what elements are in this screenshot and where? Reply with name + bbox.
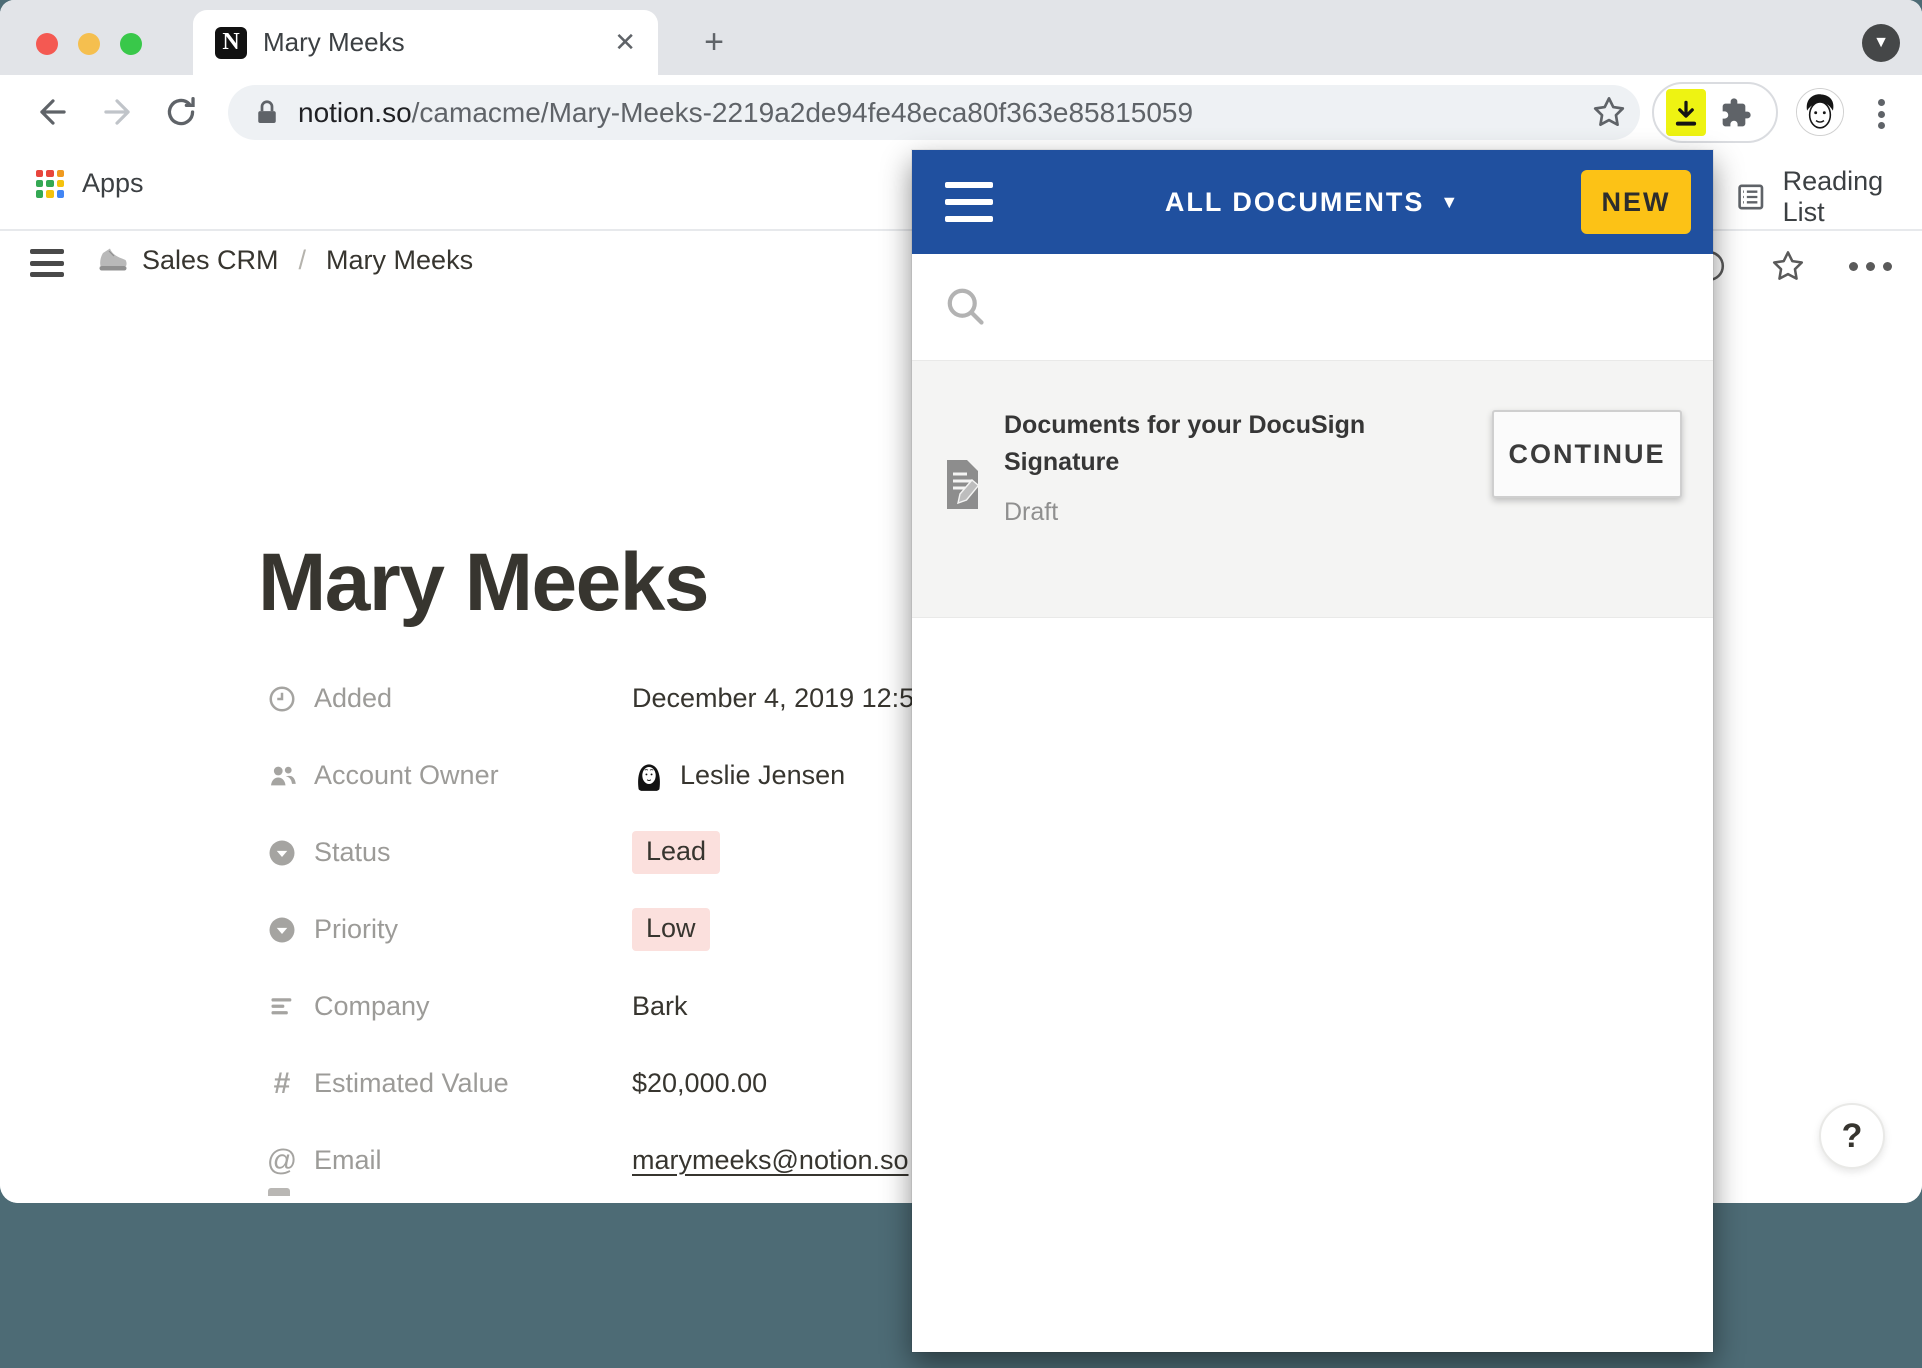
- breadcrumb-separator: /: [299, 245, 307, 276]
- extensions-area: [1652, 82, 1778, 143]
- url-domain: notion.so: [298, 97, 412, 128]
- select-icon: [266, 837, 298, 869]
- property-value[interactable]: $20,000.00: [632, 1068, 767, 1099]
- tab-search-icon[interactable]: ▼: [1862, 24, 1900, 62]
- back-button[interactable]: [34, 93, 72, 131]
- browser-toolbar: notion.so/camacme/Mary-Meeks-2219a2de94f…: [0, 75, 1922, 150]
- sneaker-icon: [96, 244, 128, 276]
- person-icon: [266, 760, 298, 792]
- at-icon: @: [266, 1145, 298, 1177]
- document-list-item[interactable]: Documents for your DocuSign Signature Dr…: [912, 360, 1713, 618]
- priority-tag: Low: [632, 908, 710, 951]
- popup-header: ALL DOCUMENTS ▼ NEW: [912, 150, 1713, 254]
- property-label: Email: [314, 1145, 584, 1176]
- chevron-down-icon: ▼: [1440, 192, 1460, 213]
- lock-icon: [252, 98, 282, 128]
- filter-label: ALL DOCUMENTS: [1165, 187, 1425, 218]
- page-title[interactable]: Mary Meeks: [258, 536, 708, 630]
- clock-icon: [266, 683, 298, 715]
- apps-grid-icon: [36, 170, 64, 198]
- browser-menu-icon[interactable]: [1876, 95, 1886, 133]
- browser-tab[interactable]: N Mary Meeks ✕: [193, 10, 658, 75]
- reading-list-label: Reading List: [1783, 166, 1922, 228]
- property-value[interactable]: Lead: [632, 831, 720, 874]
- document-draft-icon: [945, 459, 981, 511]
- property-label: Added: [314, 683, 584, 714]
- page-options-icon[interactable]: [1849, 262, 1892, 271]
- new-tab-button[interactable]: +: [694, 22, 734, 62]
- property-label: Priority: [314, 914, 584, 945]
- cutoff-property-icon: [268, 1188, 290, 1196]
- favorite-star-icon[interactable]: [1769, 247, 1807, 285]
- document-title: Documents for your DocuSign Signature: [1004, 407, 1474, 481]
- breadcrumb-page[interactable]: Mary Meeks: [326, 245, 473, 276]
- help-label: ?: [1842, 1117, 1863, 1156]
- property-label: Status: [314, 837, 584, 868]
- bookmark-apps[interactable]: Apps: [36, 168, 144, 199]
- tab-title: Mary Meeks: [263, 27, 604, 58]
- bookmark-star-icon[interactable]: [1590, 93, 1628, 131]
- minimize-window-button[interactable]: [78, 33, 100, 55]
- new-button-label: NEW: [1602, 187, 1671, 218]
- breadcrumb-workspace[interactable]: Sales CRM: [142, 245, 279, 276]
- select-icon: [266, 914, 298, 946]
- forward-button[interactable]: [98, 93, 136, 131]
- email-link[interactable]: marymeeks@notion.so: [632, 1145, 909, 1176]
- close-window-button[interactable]: [36, 33, 58, 55]
- continue-button[interactable]: CONTINUE: [1492, 410, 1682, 498]
- leslie-avatar: [632, 759, 666, 793]
- document-status: Draft: [1004, 498, 1474, 527]
- notion-favicon: N: [215, 27, 247, 59]
- url-path: /camacme/Mary-Meeks-2219a2de94fe48eca80f…: [412, 97, 1193, 128]
- person-name: Leslie Jensen: [680, 760, 845, 791]
- search-icon[interactable]: [943, 284, 987, 328]
- docusign-extension-icon[interactable]: [1666, 89, 1706, 136]
- reading-list-icon: [1735, 180, 1767, 214]
- profile-avatar[interactable]: [1796, 88, 1844, 136]
- zoom-window-button[interactable]: [120, 33, 142, 55]
- breadcrumb: Sales CRM / Mary Meeks: [96, 244, 473, 276]
- docusign-popup: ALL DOCUMENTS ▼ NEW Documents for your D…: [912, 150, 1713, 1352]
- status-tag: Lead: [632, 831, 720, 874]
- reload-button[interactable]: [162, 93, 200, 131]
- number-icon: #: [266, 1068, 298, 1100]
- document-info: Documents for your DocuSign Signature Dr…: [1004, 407, 1474, 527]
- property-label: Company: [314, 991, 584, 1022]
- help-button[interactable]: ?: [1819, 1103, 1885, 1169]
- text-icon: [266, 991, 298, 1023]
- sidebar-menu-icon[interactable]: [30, 249, 64, 277]
- property-label: Estimated Value: [314, 1068, 584, 1099]
- property-value[interactable]: Low: [632, 908, 710, 951]
- url-bar[interactable]: notion.so/camacme/Mary-Meeks-2219a2de94f…: [228, 85, 1640, 140]
- new-document-button[interactable]: NEW: [1581, 170, 1691, 234]
- apps-label: Apps: [82, 168, 144, 199]
- tab-close-icon[interactable]: ✕: [614, 27, 636, 58]
- continue-label: CONTINUE: [1509, 439, 1666, 470]
- extensions-puzzle-icon[interactable]: [1720, 97, 1752, 129]
- property-value[interactable]: December 4, 2019 12:52: [632, 683, 929, 714]
- titlebar: N Mary Meeks ✕ + ▼: [0, 0, 1922, 75]
- property-value[interactable]: Leslie Jensen: [632, 759, 845, 793]
- reading-list-button[interactable]: Reading List: [1735, 166, 1922, 228]
- property-label: Account Owner: [314, 760, 584, 791]
- property-value[interactable]: Bark: [632, 991, 688, 1022]
- url-text: notion.so/camacme/Mary-Meeks-2219a2de94f…: [298, 97, 1193, 129]
